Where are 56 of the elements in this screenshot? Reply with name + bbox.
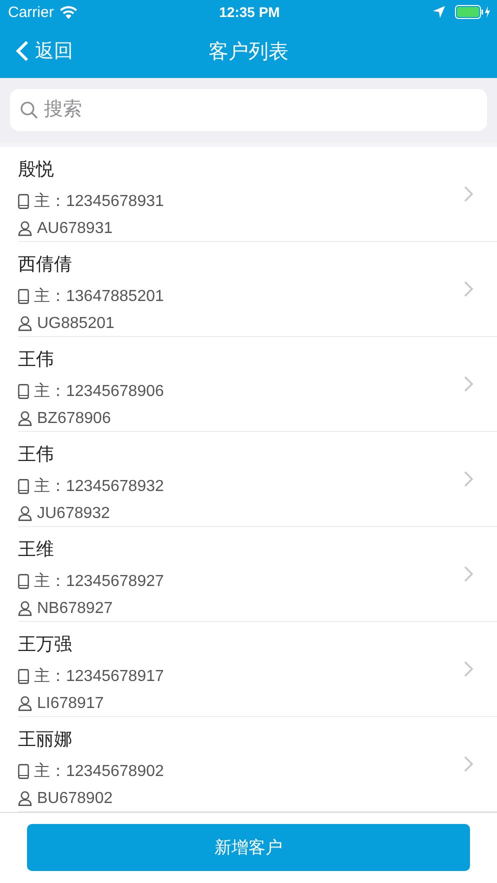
search-field[interactable]: 搜索 [10,89,487,131]
phone-icon [18,194,29,208]
battery-icon [454,5,491,19]
phone-icon [18,384,29,398]
person-icon [18,506,32,521]
customer-name: 西倩倩 [18,252,73,276]
phone-number: 主：13647885201 [34,286,164,306]
chevron-icon [464,566,473,582]
page-title: 客户列表 [208,40,288,64]
person-icon [18,221,32,236]
phone-icon [18,478,29,494]
location-arrow-icon [432,6,445,18]
account-code: UG885201 [37,314,114,332]
clock-label: 12:35 PM [219,4,280,20]
customer-row[interactable]: 王维 主：12345678927 NB678927 [18,527,497,622]
phone-icon [18,764,29,778]
phone-number: 主：12345678906 [34,382,164,402]
phone-number: 主：12345678917 [34,666,164,686]
chevron-icon [464,376,473,392]
customer-name: 殷悦 [18,158,55,180]
person-icon [18,601,32,616]
person-icon [18,411,32,426]
chevron-left-icon [16,40,29,62]
chevron-icon [464,756,473,772]
account-code: NB678927 [37,600,113,618]
phone-icon [18,288,29,304]
carrier-label: Carrier [8,4,54,20]
account-code: LI678917 [37,694,104,712]
person-icon [18,791,32,806]
customer-row[interactable]: 王伟 主：12345678932 JU678932 [18,432,497,527]
account-code: JU678932 [37,504,110,522]
customer-name: 王伟 [18,442,55,466]
account-code: BZ678906 [37,410,111,428]
customer-row[interactable]: 王万强 主：12345678917 LI678917 [18,622,497,717]
customer-row[interactable]: 王伟 主：12345678906 BZ678906 [18,337,497,432]
phone-number: 主：12345678932 [34,476,164,496]
customer-row[interactable]: 西倩倩 主：13647885201 UG885201 [18,242,497,337]
customer-name: 王丽娜 [18,728,73,750]
phone-number: 主：12345678927 [34,572,164,592]
account-code: AU678931 [37,220,113,238]
customer-row[interactable]: 殷悦 主：12345678931 AU678931 [18,147,497,242]
person-icon [18,696,32,711]
phone-number: 主：12345678931 [34,192,164,212]
phone-icon [18,574,29,588]
customer-name: 王伟 [18,348,55,370]
customer-name: 王万强 [18,632,73,656]
customer-name: 王维 [18,538,55,560]
account-code: BU678902 [37,790,113,808]
person-icon [18,316,32,331]
chevron-icon [464,186,473,202]
phone-icon [18,668,29,684]
chevron-icon [464,281,473,297]
chevron-icon [464,471,473,487]
wifi-icon [60,6,77,18]
phone-number: 主：12345678902 [34,762,164,782]
chevron-icon [464,661,473,677]
